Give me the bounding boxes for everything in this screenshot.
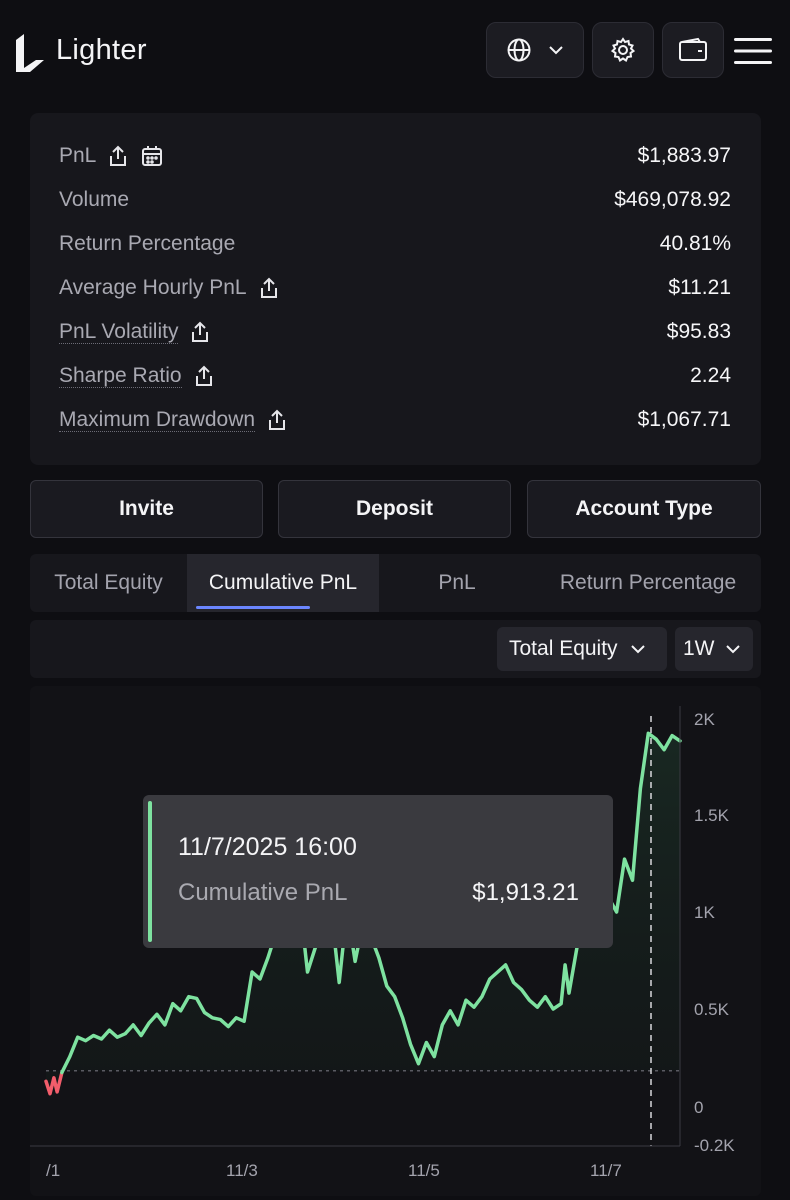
hamburger-menu-icon[interactable] — [734, 36, 772, 66]
invite-button[interactable]: Invite — [30, 480, 263, 538]
stat-label[interactable]: Sharpe Ratio — [59, 364, 182, 388]
share-icon[interactable] — [192, 364, 216, 388]
wallet-icon — [679, 37, 707, 61]
time-range-select[interactable]: 1W — [675, 627, 753, 671]
account-type-button[interactable]: Account Type — [527, 480, 761, 538]
wallet-button[interactable] — [662, 22, 724, 78]
y-tick-label: 1.5K — [694, 806, 730, 825]
stat-label: Volume — [59, 188, 130, 211]
metric-select-value: Total Equity — [509, 637, 618, 660]
y-tick-label: 1K — [694, 903, 715, 922]
tab-cumulative-pnl[interactable]: Cumulative PnL — [187, 554, 379, 612]
deposit-button[interactable]: Deposit — [278, 480, 511, 538]
stat-row: Volume $469,078.92 — [59, 185, 731, 215]
stat-label[interactable]: Maximum Drawdown — [59, 408, 256, 432]
x-tick-label: 11/7 — [590, 1161, 622, 1180]
chevron-down-icon — [549, 46, 563, 55]
y-tick-label: 0 — [694, 1098, 703, 1117]
tooltip-label: Cumulative PnL — [178, 879, 348, 906]
stat-row: PnL Volatility $95.83 — [59, 317, 731, 347]
chevron-down-icon — [630, 645, 645, 654]
chevron-down-icon — [725, 645, 740, 654]
x-tick-label: 11/3 — [226, 1161, 258, 1180]
y-tick-label: 2K — [694, 710, 715, 729]
stat-value: $95.83 — [666, 320, 731, 343]
gear-icon — [610, 37, 636, 62]
stat-row: Sharpe Ratio 2.24 — [59, 361, 731, 391]
stat-label-group: Volume — [59, 188, 129, 212]
stat-label-group: Return Percentage — [59, 232, 235, 256]
app-header: Lighter — [0, 0, 790, 100]
stat-label[interactable]: PnL Volatility — [59, 320, 179, 344]
tab-total-equity[interactable]: Total Equity — [30, 554, 187, 612]
share-icon[interactable] — [265, 408, 289, 432]
stat-value: $11.21 — [668, 276, 731, 299]
stat-value: $469,078.92 — [614, 188, 731, 211]
language-selector-button[interactable] — [486, 22, 584, 78]
stat-label-group: Maximum Drawdown — [59, 408, 289, 432]
share-icon[interactable] — [188, 320, 212, 344]
x-tick-label: /1 — [46, 1161, 60, 1180]
share-icon[interactable] — [257, 276, 281, 300]
chart-tooltip: 11/7/2025 16:00 Cumulative PnL $1,913.21 — [143, 795, 613, 948]
stat-label-group: Sharpe Ratio — [59, 364, 216, 388]
settings-button[interactable] — [592, 22, 654, 78]
time-range-value: 1W — [683, 637, 715, 660]
tab-return-percentage[interactable]: Return Percentage — [535, 554, 761, 612]
stat-value: 2.24 — [690, 364, 731, 387]
tab-pnl[interactable]: PnL — [379, 554, 535, 612]
share-icon[interactable] — [106, 144, 130, 168]
stat-value: $1,067.71 — [637, 408, 731, 431]
y-tick-label: 0.5K — [694, 1000, 730, 1019]
tooltip-value: $1,913.21 — [472, 879, 579, 906]
metric-select[interactable]: Total Equity — [497, 627, 667, 671]
account-stats-card: PnL $1,883.97 Volume $469,078.92 Return Perc… — [30, 113, 761, 465]
active-tab-indicator — [196, 606, 310, 609]
stat-value: 40.81% — [659, 232, 731, 255]
stat-label: Average Hourly PnL — [59, 276, 247, 299]
calendar-icon[interactable] — [140, 144, 164, 168]
stat-value: $1,883.97 — [637, 144, 731, 167]
stat-row: Maximum Drawdown $1,067.71 — [59, 405, 731, 435]
stat-row: Average Hourly PnL $11.21 — [59, 273, 731, 303]
stat-label: PnL — [59, 144, 97, 167]
stat-row: PnL $1,883.97 — [59, 141, 731, 171]
y-tick-label: -0.2K — [694, 1136, 735, 1155]
stat-label: Return Percentage — [59, 232, 236, 255]
lighter-logo[interactable] — [14, 30, 46, 76]
x-tick-label: 11/5 — [408, 1161, 440, 1180]
brand-name[interactable]: Lighter — [56, 34, 147, 67]
tooltip-date: 11/7/2025 16:00 — [178, 833, 357, 861]
globe-icon — [507, 38, 531, 62]
stat-label-group: PnL Volatility — [59, 320, 212, 344]
stat-row: Return Percentage 40.81% — [59, 229, 731, 259]
tooltip-series-marker — [148, 801, 152, 942]
stat-label-group: PnL — [59, 144, 164, 168]
stat-label-group: Average Hourly PnL — [59, 276, 281, 300]
chart-tabs: Total Equity Cumulative PnL PnL Return P… — [30, 554, 761, 612]
